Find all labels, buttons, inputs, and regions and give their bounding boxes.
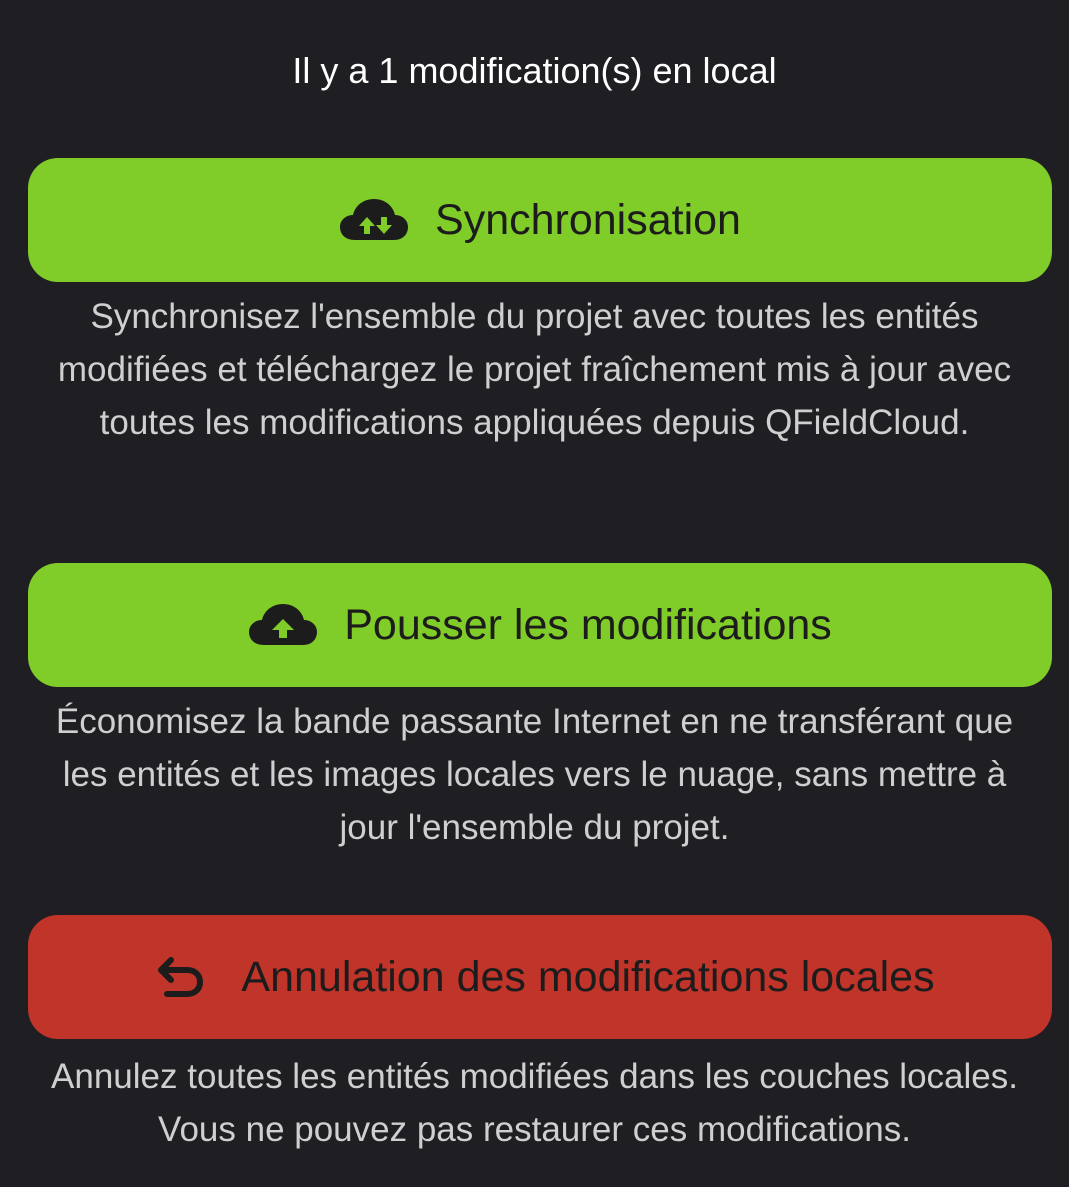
push-changes-button[interactable]: Pousser les modifications <box>28 563 1052 687</box>
synchronize-label: Synchronisation <box>435 196 741 244</box>
local-changes-status: Il y a 1 modification(s) en local <box>292 50 777 91</box>
push-changes-description: Économisez la bande passante Internet en… <box>55 702 1014 847</box>
synchronize-description: Synchronisez l'ensemble du projet avec t… <box>57 297 1012 442</box>
synchronize-button[interactable]: Synchronisation <box>28 158 1052 282</box>
revert-local-changes-button[interactable]: Annulation des modifications locales <box>28 915 1052 1039</box>
revert-local-changes-description: Annulez toutes les entités modifiées dan… <box>51 1057 1018 1149</box>
undo-arrow-icon <box>145 952 215 1002</box>
cloud-sync-icon <box>339 195 409 245</box>
push-changes-label: Pousser les modifications <box>344 601 832 649</box>
cloud-upload-icon <box>248 600 318 650</box>
revert-local-changes-label: Annulation des modifications locales <box>241 953 935 1001</box>
